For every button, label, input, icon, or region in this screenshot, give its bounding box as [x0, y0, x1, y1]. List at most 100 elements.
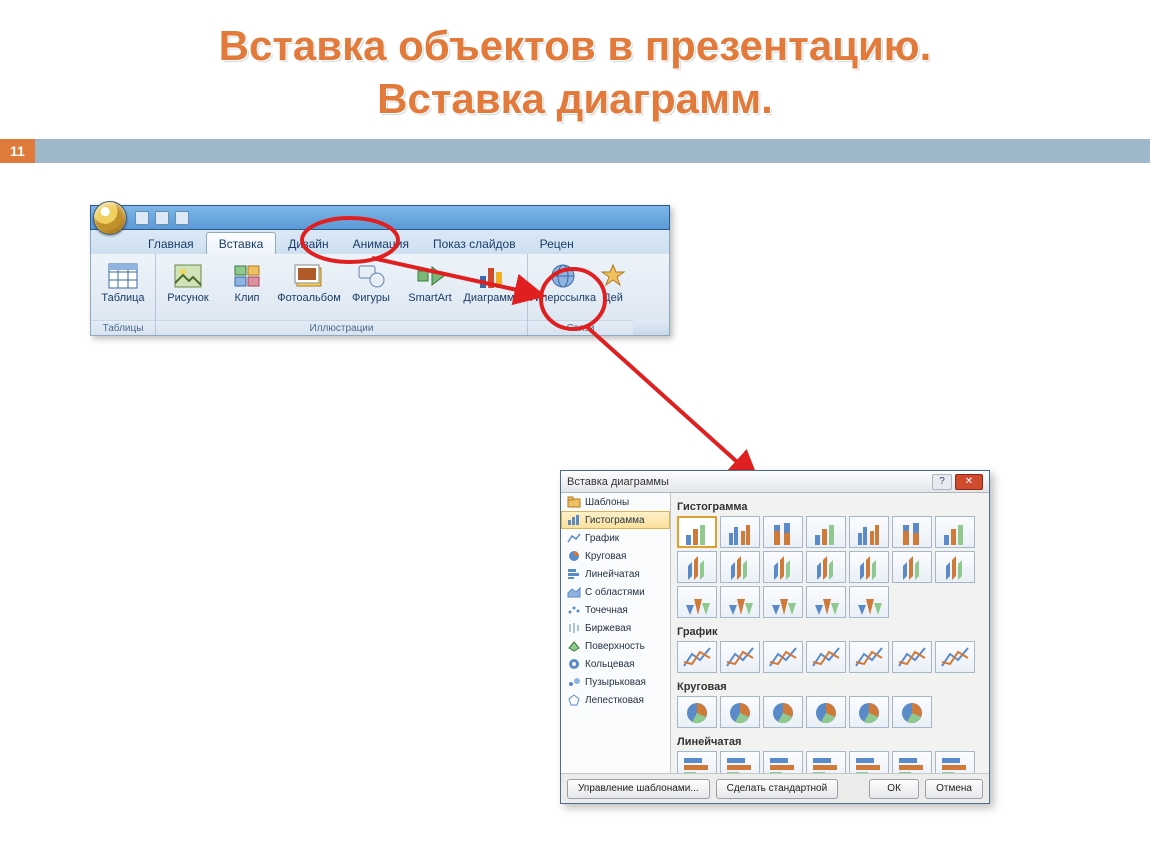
chart-thumb[interactable] — [806, 551, 846, 583]
manage-templates-button[interactable]: Управление шаблонами... — [567, 779, 710, 799]
surface-icon — [567, 640, 581, 652]
chart-thumb[interactable] — [806, 751, 846, 773]
redo-icon[interactable] — [175, 211, 189, 225]
sidebar-item-radar[interactable]: Лепестковая — [561, 691, 670, 709]
chart-thumb[interactable] — [677, 516, 717, 548]
chart-thumb[interactable] — [892, 641, 932, 673]
chart-thumb[interactable] — [720, 586, 760, 618]
chart-thumb[interactable] — [849, 516, 889, 548]
chart-thumb[interactable] — [763, 551, 803, 583]
save-icon[interactable] — [135, 211, 149, 225]
chart-thumb[interactable] — [892, 696, 932, 728]
set-default-button[interactable]: Сделать стандартной — [716, 779, 839, 799]
chart-thumb-icon — [938, 552, 972, 582]
quick-access-toolbar — [129, 211, 195, 225]
table-button[interactable]: Таблица — [95, 258, 151, 318]
chart-thumb[interactable] — [935, 641, 975, 673]
chart-thumb[interactable] — [763, 516, 803, 548]
chart-thumb[interactable] — [720, 751, 760, 773]
chart-thumb[interactable] — [763, 751, 803, 773]
chart-thumb[interactable] — [677, 551, 717, 583]
ribbon-screenshot: Главная Вставка Дизайн Анимация Показ сл… — [90, 205, 670, 336]
chart-thumb[interactable] — [677, 696, 717, 728]
sidebar-item-bubble[interactable]: Пузырьковая — [561, 673, 670, 691]
action-button[interactable]: Дей — [597, 258, 629, 318]
sidebar-item-area[interactable]: С областями — [561, 583, 670, 601]
photoalbum-button[interactable]: Фотоальбом — [278, 258, 340, 318]
bubble-icon — [567, 676, 581, 688]
close-button[interactable]: ✕ — [955, 474, 983, 490]
line-icon — [567, 532, 581, 544]
tab-animation[interactable]: Анимация — [341, 233, 421, 254]
chart-thumb[interactable] — [806, 586, 846, 618]
chart-thumb[interactable] — [892, 551, 932, 583]
picture-button[interactable]: Рисунок — [160, 258, 216, 318]
group-links-label: Связи — [528, 320, 633, 335]
chart-thumb[interactable] — [892, 516, 932, 548]
sidebar-item-pie[interactable]: Круговая — [561, 547, 670, 565]
chart-thumb-icon — [680, 642, 714, 672]
tab-home[interactable]: Главная — [136, 233, 206, 254]
chart-thumb[interactable] — [720, 551, 760, 583]
tab-slideshow[interactable]: Показ слайдов — [421, 233, 528, 254]
chart-thumb[interactable] — [763, 586, 803, 618]
stock-icon — [567, 622, 581, 634]
chart-thumb-icon — [723, 752, 757, 773]
chart-thumb[interactable] — [849, 551, 889, 583]
sidebar-item-scatter[interactable]: Точечная — [561, 601, 670, 619]
chart-thumb[interactable] — [892, 751, 932, 773]
chart-thumb[interactable] — [677, 586, 717, 618]
chart-thumb[interactable] — [677, 751, 717, 773]
chart-thumb[interactable] — [720, 516, 760, 548]
chart-thumb[interactable] — [806, 516, 846, 548]
chart-button[interactable]: Диаграмма — [461, 258, 523, 318]
chart-thumb[interactable] — [677, 641, 717, 673]
chart-thumb[interactable] — [720, 696, 760, 728]
chart-thumb-icon — [852, 642, 886, 672]
chart-thumb-icon — [809, 752, 843, 773]
slide-title: Вставка объектов в презентацию. Вставка … — [0, 0, 1150, 133]
chart-thumb[interactable] — [763, 696, 803, 728]
chart-thumb[interactable] — [763, 641, 803, 673]
chart-thumb[interactable] — [806, 641, 846, 673]
chart-thumb[interactable] — [849, 586, 889, 618]
sidebar-item-stock[interactable]: Биржевая — [561, 619, 670, 637]
shapes-button[interactable]: Фигуры — [343, 258, 399, 318]
chart-thumb-icon — [895, 552, 929, 582]
undo-icon[interactable] — [155, 211, 169, 225]
sidebar-item-line[interactable]: График — [561, 529, 670, 547]
area-icon — [567, 586, 581, 598]
help-button[interactable]: ? — [932, 474, 952, 490]
chart-thumb-icon — [852, 552, 886, 582]
chart-thumb[interactable] — [849, 751, 889, 773]
hyperlink-button[interactable]: Гиперссылка — [532, 258, 594, 318]
chart-thumb[interactable] — [806, 696, 846, 728]
chart-thumb[interactable] — [935, 516, 975, 548]
dialog-footer: Управление шаблонами... Сделать стандарт… — [561, 773, 989, 803]
ok-button[interactable]: ОК — [869, 779, 919, 799]
folder-icon — [567, 496, 581, 508]
sidebar-item-label: С областями — [585, 587, 645, 598]
chart-thumb[interactable] — [849, 641, 889, 673]
smartart-button[interactable]: SmartArt — [402, 258, 458, 318]
sidebar-item-hbar[interactable]: Линейчатая — [561, 565, 670, 583]
sidebar-item-label: Линейчатая — [585, 569, 640, 580]
sidebar-item-surface[interactable]: Поверхность — [561, 637, 670, 655]
cancel-button[interactable]: Отмена — [925, 779, 983, 799]
sidebar-item-bar[interactable]: Гистограмма — [561, 511, 670, 529]
tab-design[interactable]: Дизайн — [276, 233, 340, 254]
chart-thumb[interactable] — [849, 696, 889, 728]
chart-thumb[interactable] — [935, 751, 975, 773]
chart-thumb-icon — [680, 517, 714, 547]
tab-review[interactable]: Рецен — [528, 233, 586, 254]
tab-insert[interactable]: Вставка — [206, 232, 277, 254]
insert-chart-dialog: Вставка диаграммы ? ✕ ШаблоныГистограмма… — [560, 470, 990, 804]
category-header: График — [677, 622, 983, 641]
office-orb-icon[interactable] — [93, 201, 127, 235]
sidebar-item-doughnut[interactable]: Кольцевая — [561, 655, 670, 673]
sidebar-item-folder[interactable]: Шаблоны — [561, 493, 670, 511]
clip-button[interactable]: Клип — [219, 258, 275, 318]
chart-thumb[interactable] — [935, 551, 975, 583]
chart-thumb[interactable] — [720, 641, 760, 673]
chart-thumb-icon — [766, 552, 800, 582]
